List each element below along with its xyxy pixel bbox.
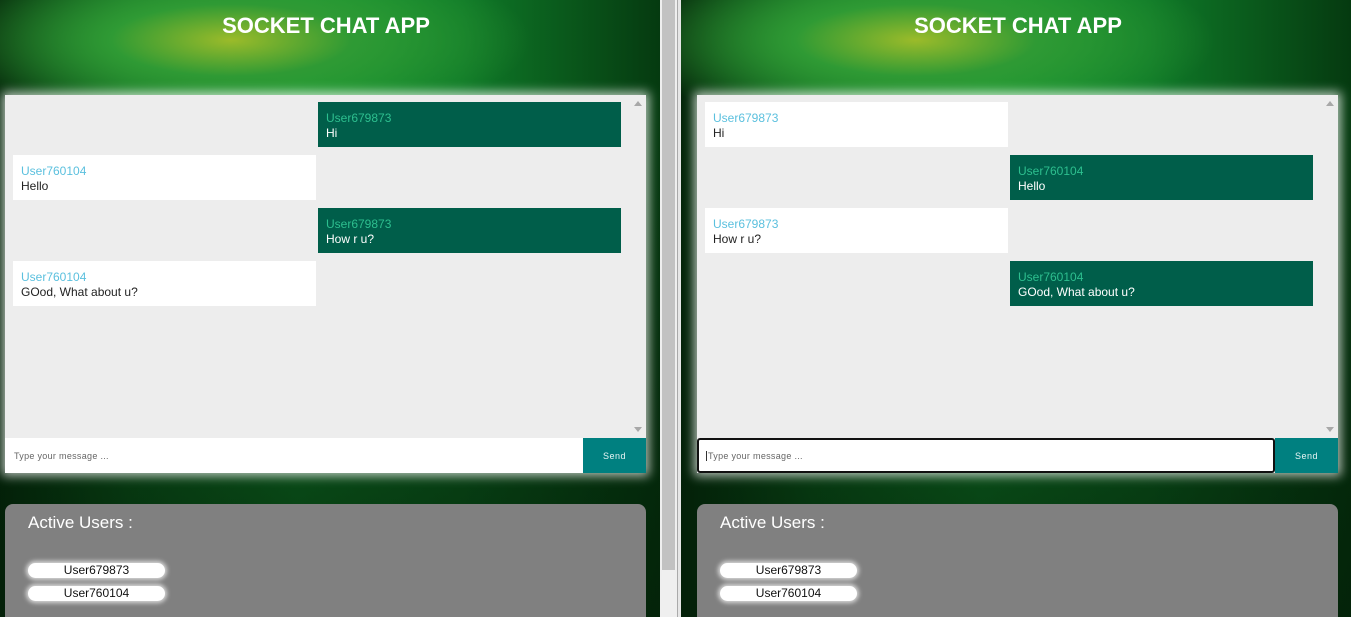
message-text: GOod, What about u? [21,285,138,299]
message-text: How r u? [326,232,375,246]
message-text: How r u? [713,232,762,246]
chat-window-right: SOCKET CHAT APP User679873 Hi User760104 He… [681,0,1351,617]
scroll-down-icon[interactable] [1326,427,1334,432]
message-bubble: User679873 How r u? [705,208,1008,253]
active-user-item: User760104 [28,586,165,601]
chat-box: User679873 Hi User760104 Hello User679873 How… [5,95,646,473]
page-scrollbar[interactable] [660,0,677,617]
scroll-up-icon[interactable] [1326,101,1334,106]
active-users-panel: Active Users : User679873 User760104 [5,504,646,617]
message-input[interactable] [697,438,1275,473]
message-bubble: User679873 Hi [705,102,1008,147]
message-sender: User760104 [1018,164,1084,178]
scrollbar-thumb[interactable] [662,0,675,570]
active-user-item: User760104 [720,586,857,601]
active-users-title: Active Users : [28,513,133,532]
message-sender: User679873 [713,111,779,125]
send-button[interactable]: Send [1275,438,1338,473]
message-sender: User679873 [326,217,392,231]
message-text: Hi [713,126,725,140]
chat-box: User679873 Hi User760104 Hello User679873 How… [697,95,1338,473]
message-input[interactable] [5,438,583,473]
active-users-title: Active Users : [720,513,825,532]
message-scrollbar[interactable] [630,95,646,438]
send-button[interactable]: Send [583,438,646,473]
message-scrollbar[interactable] [1322,95,1338,438]
message-text: Hello [1018,179,1046,193]
message-bubble: User760104 GOod, What about u? [1010,261,1313,306]
active-user-item: User679873 [720,563,857,578]
message-bubble: User760104 Hello [13,155,316,200]
message-sender: User760104 [1018,270,1084,284]
active-user-item: User679873 [28,563,165,578]
active-users-panel: Active Users : User679873 User760104 [697,504,1338,617]
message-sender: User760104 [21,270,87,284]
message-sender: User679873 [713,217,779,231]
scroll-up-icon[interactable] [634,101,642,106]
message-bubble: User760104 Hello [1010,155,1313,200]
message-bubble: User760104 GOod, What about u? [13,261,316,306]
message-text: GOod, What about u? [1018,285,1135,299]
message-text: Hello [21,179,49,193]
message-sender: User760104 [21,164,87,178]
app-title: SOCKET CHAT APP [222,13,430,38]
chat-window-left: SOCKET CHAT APP User679873 Hi User760104 He… [0,0,660,617]
message-sender: User679873 [326,111,392,125]
scroll-down-icon[interactable] [634,427,642,432]
message-list: User679873 Hi User760104 Hello User679873 How… [5,95,630,438]
message-bubble: User679873 Hi [318,102,621,147]
message-bubble: User679873 How r u? [318,208,621,253]
app-title: SOCKET CHAT APP [914,13,1122,38]
message-text: Hi [326,126,338,140]
message-list: User679873 Hi User760104 Hello User679873 How… [697,95,1322,438]
